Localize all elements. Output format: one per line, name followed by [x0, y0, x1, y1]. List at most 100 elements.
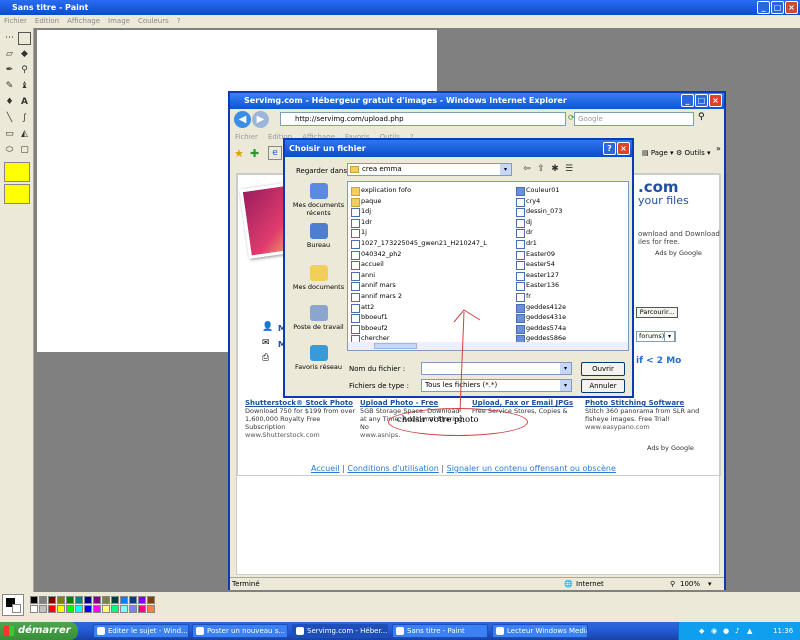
- palette-swatch[interactable]: [147, 605, 155, 613]
- file-item[interactable]: annif mars: [351, 280, 396, 292]
- file-item[interactable]: anni: [351, 270, 375, 281]
- palette-swatch[interactable]: [75, 596, 83, 604]
- palette-swatch[interactable]: [138, 605, 146, 613]
- ie-minimize-button[interactable]: _: [681, 94, 694, 107]
- tray-icon-3[interactable]: ●: [723, 622, 729, 640]
- palette-swatch[interactable]: [102, 605, 110, 613]
- task-paint[interactable]: Sans titre - Paint: [392, 624, 488, 638]
- picker-icon[interactable]: ✒: [3, 64, 16, 77]
- tool-option-1[interactable]: [4, 162, 30, 182]
- file-item[interactable]: Easter136: [516, 280, 559, 292]
- file-item[interactable]: cry4: [516, 196, 540, 207]
- footer-link-report[interactable]: Signaler un contenu offensant ou obscène: [447, 464, 616, 473]
- palette-swatch[interactable]: [93, 605, 101, 613]
- file-item[interactable]: fr: [516, 291, 531, 302]
- polygon-icon[interactable]: ◭: [18, 128, 31, 141]
- rounded-rect-icon[interactable]: ▢: [18, 144, 31, 157]
- menu-edition[interactable]: Edition: [35, 15, 59, 28]
- file-item[interactable]: dr: [516, 227, 533, 239]
- palette-swatch[interactable]: [57, 596, 65, 604]
- ad-4-title[interactable]: Photo Stitching Software: [585, 399, 715, 407]
- file-item[interactable]: bboeuf2: [351, 323, 388, 334]
- file-item[interactable]: dr1: [516, 238, 537, 249]
- fill-icon[interactable]: ◆: [18, 48, 31, 61]
- add-favorite-icon[interactable]: ✚: [250, 147, 259, 160]
- tools-menu[interactable]: ⚙ Outils ▾: [676, 149, 711, 157]
- place-desktop[interactable]: Bureau: [291, 223, 346, 249]
- menu-fichier[interactable]: Fichier: [4, 15, 27, 28]
- minimize-button[interactable]: _: [757, 1, 770, 14]
- rectangle-icon[interactable]: ▭: [3, 128, 16, 141]
- ad-4-url[interactable]: www.easypano.com: [585, 423, 715, 431]
- airbrush-icon[interactable]: ♦: [3, 96, 16, 109]
- ellipse-icon[interactable]: ⬭: [3, 144, 16, 157]
- page-menu[interactable]: ▤ Page ▾: [642, 149, 674, 157]
- file-item[interactable]: geddes431e: [516, 312, 566, 324]
- forums-select-arrow[interactable]: ▾: [664, 331, 675, 342]
- palette-swatch[interactable]: [84, 605, 92, 613]
- ad-1-url[interactable]: www.Shutterstock.com: [245, 431, 357, 439]
- palette-swatch[interactable]: [111, 596, 119, 604]
- palette-swatch[interactable]: [66, 605, 74, 613]
- zoom-level[interactable]: 100%: [680, 578, 700, 591]
- file-item[interactable]: att2: [351, 302, 374, 313]
- volume-icon[interactable]: ♪: [735, 622, 739, 640]
- new-folder-icon[interactable]: ✱: [549, 163, 561, 175]
- file-item[interactable]: accueil: [351, 259, 384, 271]
- maximize-button[interactable]: □: [771, 1, 784, 14]
- file-item[interactable]: Couleur01: [516, 185, 560, 196]
- url-input[interactable]: http://servimg.com/upload.php: [280, 112, 566, 126]
- footer-link-accueil[interactable]: Accueil: [311, 464, 340, 473]
- clock[interactable]: 11:36: [773, 622, 793, 640]
- free-select-icon[interactable]: ⋯: [3, 32, 16, 45]
- toolbar-chevron-icon[interactable]: »: [716, 144, 721, 153]
- file-item[interactable]: 1dj: [351, 206, 371, 218]
- tray-icon-2[interactable]: ◉: [711, 622, 717, 640]
- tray-icon-1[interactable]: ◆: [699, 622, 704, 640]
- menu-affichage[interactable]: Affichage: [67, 15, 100, 28]
- curve-icon[interactable]: ∫: [18, 112, 31, 125]
- place-my-documents[interactable]: Mes documents: [291, 265, 346, 291]
- ad-1-title[interactable]: Shutterstock® Stock Photo: [245, 399, 357, 407]
- search-input[interactable]: Google: [574, 112, 694, 126]
- ie-menu-fichier[interactable]: Fichier: [235, 131, 258, 143]
- tool-option-2[interactable]: [4, 184, 30, 204]
- chevron-down-icon[interactable]: ▾: [500, 164, 511, 175]
- footer-link-conditions[interactable]: Conditions d'utilisation: [347, 464, 438, 473]
- scroll-thumb[interactable]: [374, 343, 417, 349]
- filetype-dropdown-icon[interactable]: ▾: [560, 380, 571, 391]
- zoom-icon[interactable]: ⚲: [670, 578, 675, 591]
- file-item[interactable]: dj: [516, 217, 532, 228]
- menu-help[interactable]: ?: [177, 15, 181, 28]
- ie-tab-icon[interactable]: e: [268, 146, 282, 160]
- tray-icon-5[interactable]: ▲: [747, 622, 752, 640]
- file-item[interactable]: 1027_173225045_gwen21_H210247_L: [351, 238, 487, 249]
- task-servimg[interactable]: Servimg.com - Héber...: [292, 624, 388, 638]
- zoom-dropdown-icon[interactable]: ▾: [708, 578, 712, 591]
- file-item[interactable]: annif mars 2: [351, 291, 402, 302]
- up-folder-icon[interactable]: ⇧: [535, 163, 547, 175]
- file-item[interactable]: Easter09: [516, 249, 555, 260]
- task-media-player[interactable]: Lecteur Windows Media: [492, 624, 588, 638]
- palette-swatch[interactable]: [120, 605, 128, 613]
- close-button[interactable]: ×: [785, 1, 798, 14]
- palette-swatch[interactable]: [102, 596, 110, 604]
- menu-image[interactable]: Image: [108, 15, 130, 28]
- palette-swatch[interactable]: [111, 605, 119, 613]
- look-in-select[interactable]: crea emma ▾: [347, 163, 512, 176]
- brush-icon[interactable]: ♝: [18, 80, 31, 93]
- palette-swatch[interactable]: [84, 596, 92, 604]
- file-item[interactable]: 040342_ph2: [351, 249, 401, 260]
- rect-select-icon[interactable]: [18, 32, 31, 45]
- palette-swatch[interactable]: [57, 605, 65, 613]
- file-item[interactable]: 1j: [351, 227, 367, 239]
- palette-swatch[interactable]: [75, 605, 83, 613]
- file-item[interactable]: explication fofo: [351, 185, 411, 196]
- filename-dropdown-icon[interactable]: ▾: [560, 363, 571, 374]
- file-item[interactable]: 1dr: [351, 217, 372, 228]
- palette-swatch[interactable]: [147, 596, 155, 604]
- palette-swatch[interactable]: [30, 605, 38, 613]
- file-item[interactable]: dessin_073: [516, 206, 562, 218]
- palette-swatch[interactable]: [39, 596, 47, 604]
- palette-swatch[interactable]: [138, 596, 146, 604]
